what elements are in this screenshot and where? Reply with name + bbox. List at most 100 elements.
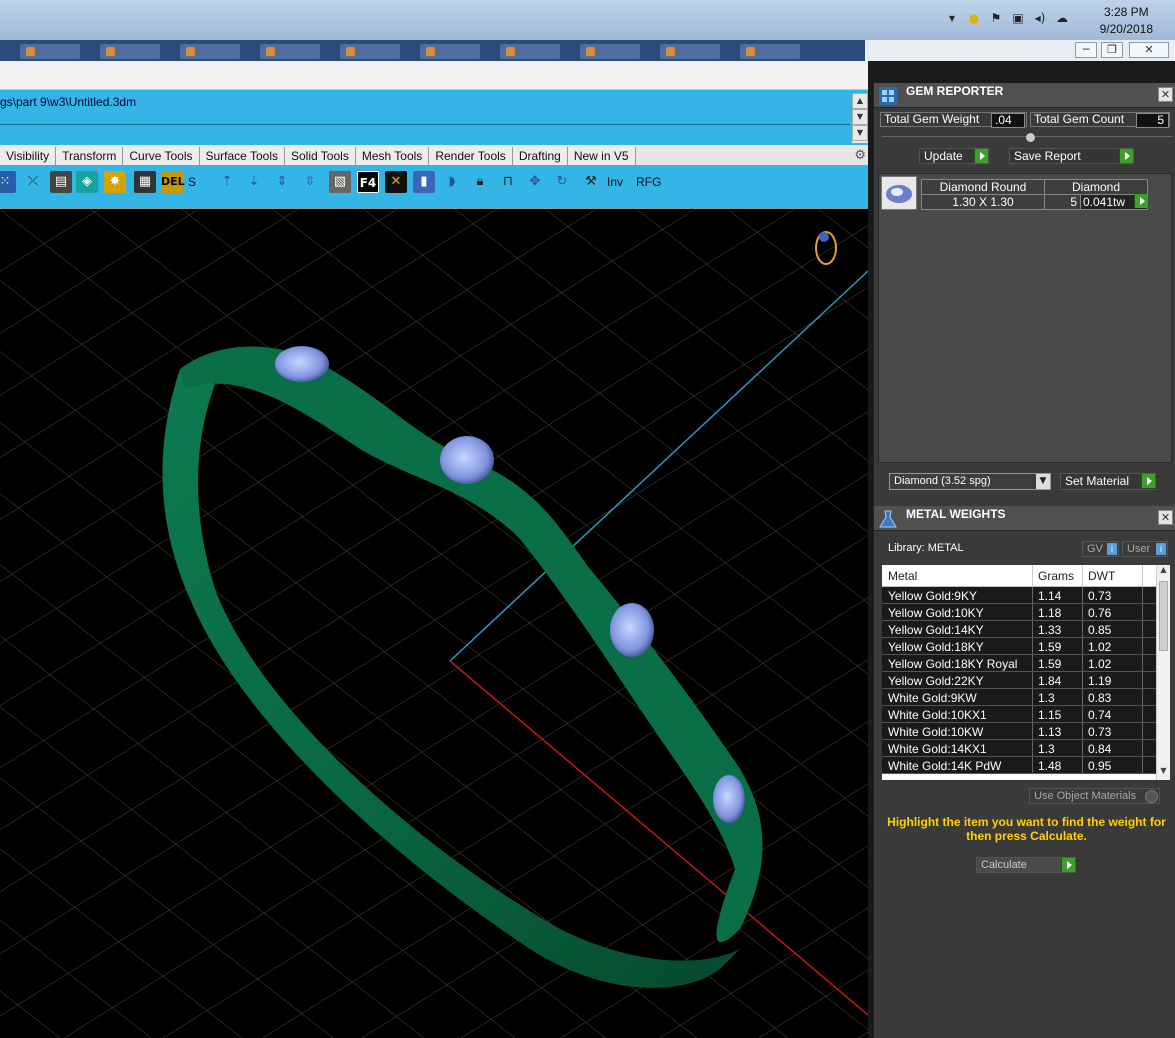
gem-go-button[interactable] xyxy=(1134,194,1148,210)
cloud-icon[interactable]: ☁ xyxy=(1054,10,1070,26)
perspective-viewport[interactable] xyxy=(0,209,868,1038)
table-row[interactable]: Yellow Gold:9KY 1.14 0.73 xyxy=(882,587,1156,604)
save-report-button[interactable]: Save Report xyxy=(1009,148,1134,164)
app-tab[interactable] xyxy=(500,44,560,59)
tab-render-tools[interactable]: Render Tools xyxy=(429,147,513,165)
gear-icon[interactable]: ⚙ xyxy=(854,148,866,163)
metal-table-scrollbar[interactable]: ▲ ▼ xyxy=(1156,565,1170,780)
col-metal[interactable]: Metal xyxy=(888,569,917,583)
f4-button[interactable]: F4 xyxy=(357,171,379,193)
app-tab[interactable] xyxy=(660,44,720,59)
dwt-cell: 1.02 xyxy=(1088,657,1112,671)
user-button[interactable]: User i xyxy=(1122,541,1168,557)
save-icon[interactable]: ▤ xyxy=(50,171,72,193)
surface-icon[interactable]: ▧ xyxy=(329,171,351,193)
cog-options-icon[interactable]: ✸ xyxy=(104,171,126,193)
app-tab[interactable] xyxy=(740,44,800,59)
metal-name-cell: Yellow Gold:14KY xyxy=(888,623,984,637)
cube-icon[interactable]: ◈ xyxy=(76,171,98,193)
arrow-down-icon[interactable]: ⇣ xyxy=(243,171,265,193)
gv-button[interactable]: GV i xyxy=(1082,541,1119,557)
gumball-icon[interactable]: ✥ xyxy=(524,171,546,193)
col-dwt[interactable]: DWT xyxy=(1088,569,1115,583)
app-icon[interactable]: ● xyxy=(966,10,982,26)
tab-drafting[interactable]: Drafting xyxy=(512,147,568,165)
col-divider xyxy=(1142,621,1143,637)
table-row[interactable]: Yellow Gold:14KY 1.33 0.85 xyxy=(882,621,1156,638)
app-tab[interactable] xyxy=(340,44,400,59)
command-scrollbar[interactable]: ▲ ▼ ▼ xyxy=(852,93,868,143)
rotate-icon[interactable]: ↻ xyxy=(551,171,573,193)
table-row[interactable]: Yellow Gold:22KY 1.84 1.19 xyxy=(882,672,1156,689)
arrow-updown-icon[interactable]: ⇕ xyxy=(271,171,293,193)
cross-icon[interactable]: ✕ xyxy=(385,171,407,193)
col-divider xyxy=(1032,689,1033,705)
grid-layout-icon[interactable]: ▦ xyxy=(134,171,156,193)
arrow-split-icon[interactable]: ⇳ xyxy=(299,171,321,193)
use-object-materials-button[interactable]: Use Object Materials xyxy=(1029,788,1160,804)
toolbar-s-label[interactable]: S xyxy=(188,175,196,189)
cylinder-icon[interactable]: ▮ xyxy=(413,171,435,193)
col-grams[interactable]: Grams xyxy=(1038,569,1074,583)
minimize-button[interactable]: ─ xyxy=(1075,42,1097,58)
tab-mesh-tools[interactable]: Mesh Tools xyxy=(355,147,430,165)
scroll-end-icon[interactable]: ▼ xyxy=(852,125,868,141)
clock[interactable]: 3:28 PM 9/20/2018 xyxy=(1100,4,1153,38)
tab-surface-tools[interactable]: Surface Tools xyxy=(199,147,285,165)
table-row[interactable]: Yellow Gold:18KY Royal 1.59 1.02 xyxy=(882,655,1156,672)
restore-button[interactable]: ❐ xyxy=(1101,42,1123,58)
table-row[interactable]: Yellow Gold:18KY 1.59 1.02 xyxy=(882,638,1156,655)
lock-icon[interactable]: 🔒︎ xyxy=(469,171,491,193)
table-row[interactable]: White Gold:10KX1 1.15 0.74 xyxy=(882,706,1156,723)
scroll-down-icon[interactable]: ▼ xyxy=(1157,766,1170,780)
grams-cell: 1.59 xyxy=(1038,657,1062,671)
delete-history-button[interactable]: DEL xyxy=(161,171,185,193)
app-tab[interactable] xyxy=(420,44,480,59)
shell-icon[interactable]: ◗ xyxy=(441,171,463,193)
scroll-up-icon[interactable]: ▲ xyxy=(852,93,868,109)
curve-edit-icon[interactable]: ⤫ xyxy=(22,171,44,193)
command-history[interactable]: gs\part 9\w3\Untitled.3dm ▲ ▼ ▼ xyxy=(0,90,868,145)
tab-solid-tools[interactable]: Solid Tools xyxy=(285,147,356,165)
update-button[interactable]: Update xyxy=(919,148,989,164)
arrow-up-icon[interactable]: ⇡ xyxy=(216,171,238,193)
toolbar-rfg-button[interactable]: RFG xyxy=(636,175,661,189)
table-row[interactable]: White Gold:14K PdW 1.48 0.95 xyxy=(882,757,1156,774)
app-tab[interactable] xyxy=(180,44,240,59)
unlock-icon[interactable]: ⊓ xyxy=(497,171,519,193)
table-row[interactable]: Yellow Gold:10KY 1.18 0.76 xyxy=(882,604,1156,621)
network-icon[interactable]: ▣ xyxy=(1010,10,1026,26)
slider-thumb[interactable] xyxy=(1026,133,1035,142)
app-tab[interactable] xyxy=(100,44,160,59)
points-icon[interactable]: ⁙ xyxy=(0,171,16,193)
tab-curve-tools[interactable]: Curve Tools xyxy=(123,147,200,165)
close-icon[interactable]: ✕ xyxy=(1158,87,1173,102)
col-divider xyxy=(1142,638,1143,654)
scroll-up-icon[interactable]: ▲ xyxy=(1157,565,1170,579)
col-divider xyxy=(1032,740,1033,756)
weight-slider[interactable] xyxy=(882,133,1172,142)
table-row[interactable]: White Gold:9KW 1.3 0.83 xyxy=(882,689,1156,706)
gv-label: GV xyxy=(1087,543,1103,555)
toolbar-inv-button[interactable]: Inv xyxy=(607,175,623,189)
table-row[interactable]: White Gold:10KW 1.13 0.73 xyxy=(882,723,1156,740)
volume-icon[interactable]: ◂) xyxy=(1032,10,1048,26)
app-tab[interactable] xyxy=(580,44,640,59)
close-icon[interactable]: ✕ xyxy=(1158,510,1173,525)
close-button[interactable]: ✕ xyxy=(1129,42,1169,58)
material-select[interactable]: Diamond (3.52 spg) ▼ xyxy=(889,473,1051,490)
app-tab[interactable] xyxy=(20,44,80,59)
worker-icon[interactable]: ⚒ xyxy=(580,171,602,193)
scroll-thumb[interactable] xyxy=(1159,581,1168,651)
chevron-up-icon[interactable]: ▾ xyxy=(944,10,960,26)
calculate-button[interactable]: Calculate xyxy=(976,857,1076,873)
tab-transform[interactable]: Transform xyxy=(56,147,124,165)
scroll-down-icon[interactable]: ▼ xyxy=(852,109,868,125)
set-material-button[interactable]: Set Material xyxy=(1060,473,1156,490)
tab-new-in-v5[interactable]: New in V5 xyxy=(567,147,636,165)
flag-icon[interactable]: ⚑ xyxy=(988,10,1004,26)
tab-visibility[interactable]: Visibility xyxy=(0,147,57,165)
app-tab[interactable] xyxy=(260,44,320,59)
gem-row[interactable]: Diamond Round Diamond 1.30 X 1.30 5 0.04… xyxy=(881,176,1148,212)
table-row[interactable]: White Gold:14KX1 1.3 0.84 xyxy=(882,740,1156,757)
